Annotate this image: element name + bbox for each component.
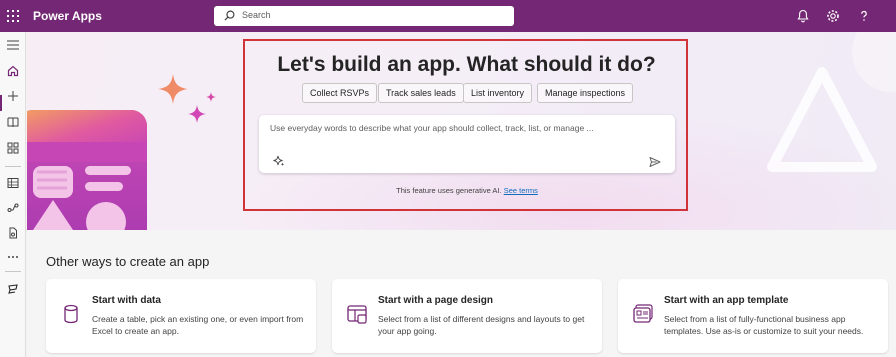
card-description: Create a table, pick an existing one, or… (92, 314, 304, 336)
more-icon[interactable] (4, 248, 22, 266)
section-title: Other ways to create an app (46, 254, 210, 269)
active-indicator (0, 95, 2, 111)
app-name[interactable]: Power Apps (33, 9, 102, 23)
rail-divider (5, 271, 21, 272)
menu-icon[interactable] (4, 36, 22, 54)
start-with-data-card[interactable]: Start with data Create a table, pick an … (46, 279, 316, 353)
gear-icon[interactable] (825, 8, 841, 24)
tables-icon[interactable] (4, 174, 22, 192)
decorative-shapes (767, 32, 896, 172)
sparkle-icon (158, 74, 216, 123)
create-icon[interactable] (4, 87, 22, 105)
home-icon[interactable] (4, 62, 22, 80)
card-title: Start with an app template (664, 295, 789, 306)
apps-icon[interactable] (4, 139, 22, 157)
start-with-app-template-card[interactable]: Start with an app template Select from a… (618, 279, 888, 353)
flows-icon[interactable] (4, 199, 22, 217)
search-icon (224, 10, 235, 21)
app-template-icon (633, 304, 653, 323)
card-description: Select from a list of different designs … (378, 314, 585, 336)
page-design-icon (347, 305, 367, 324)
learn-icon[interactable] (4, 113, 22, 131)
power-platform-icon[interactable] (4, 280, 22, 298)
waffle-icon[interactable] (7, 10, 19, 22)
search-placeholder: Search (242, 10, 271, 20)
bell-icon[interactable] (795, 8, 811, 24)
start-with-page-design-card[interactable]: Start with a page design Select from a l… (332, 279, 602, 353)
card-title: Start with a page design (378, 295, 494, 306)
solutions-icon[interactable] (4, 224, 22, 242)
card-title: Start with data (92, 295, 161, 306)
highlight-box (243, 39, 688, 211)
help-icon[interactable] (856, 8, 872, 24)
top-bar: Power Apps Search (0, 0, 896, 32)
card-description: Select from a list of fully-functional b… (664, 314, 864, 336)
rail-divider (5, 166, 21, 167)
left-nav-rail (0, 32, 26, 357)
search-box[interactable]: Search (214, 6, 514, 26)
database-icon (64, 304, 78, 324)
